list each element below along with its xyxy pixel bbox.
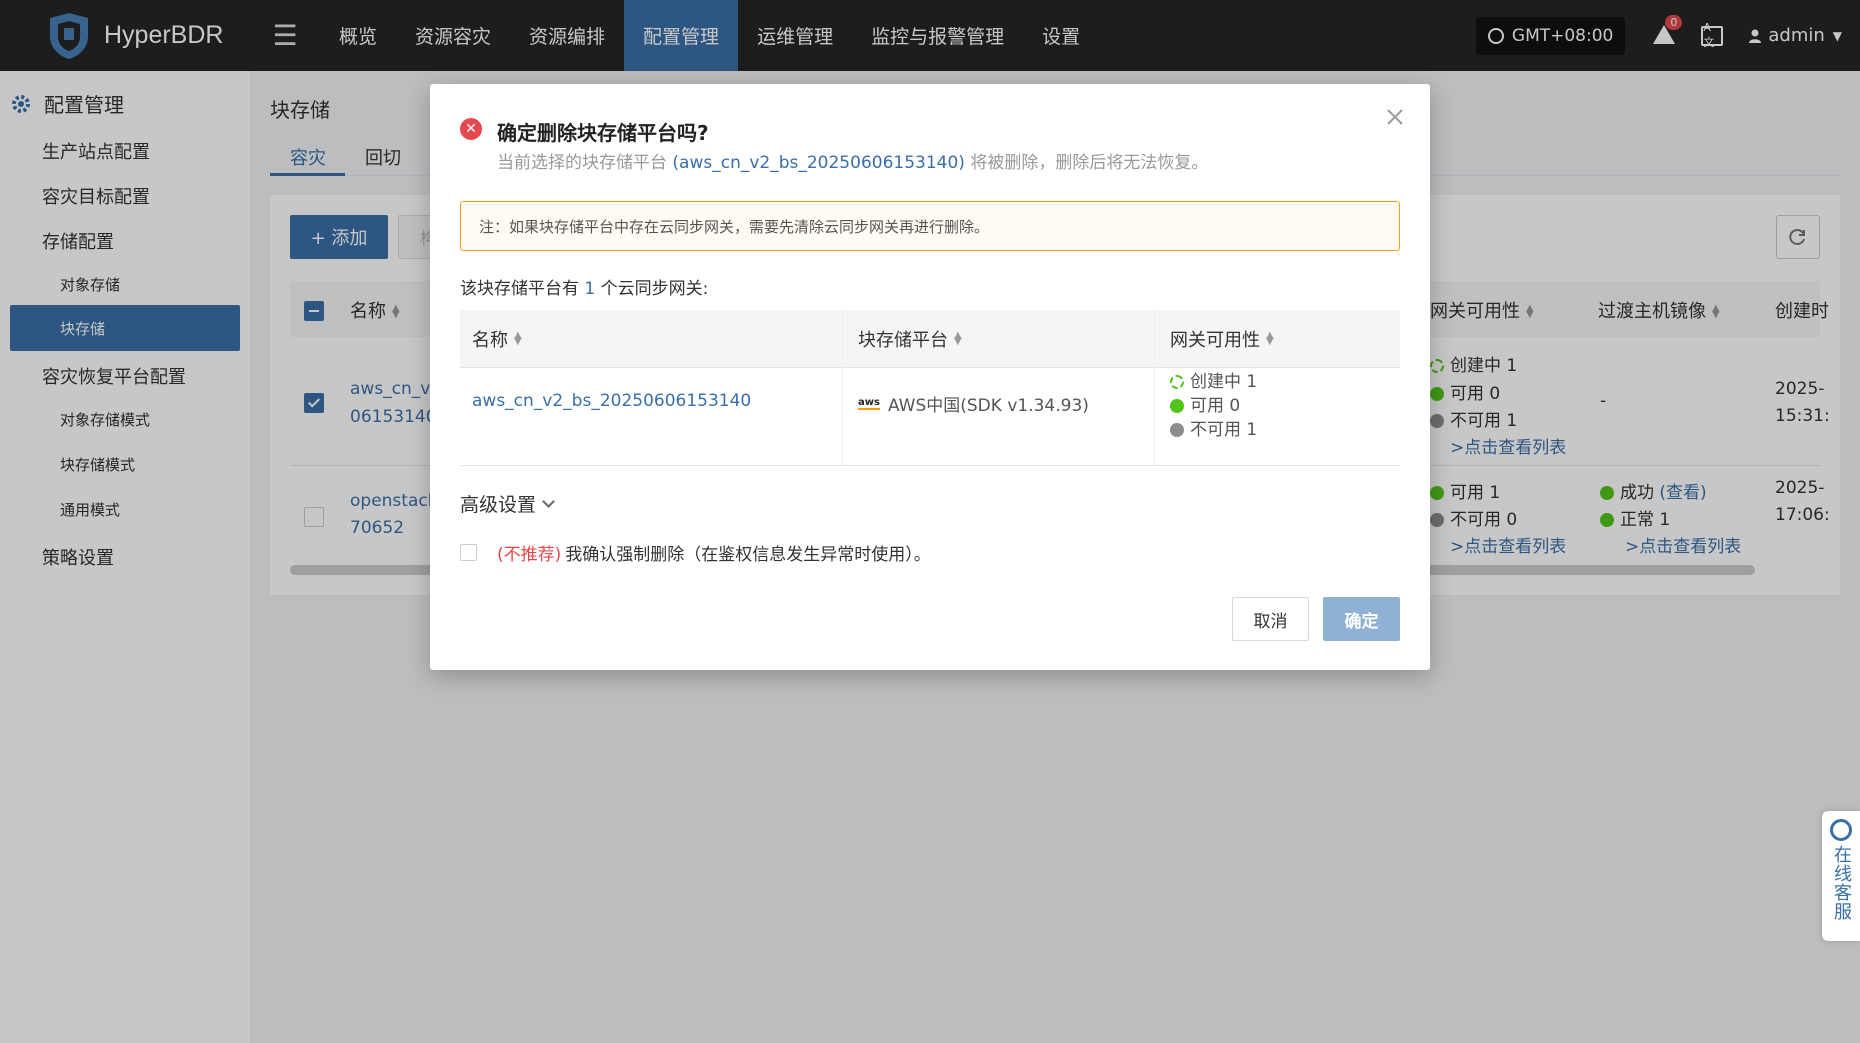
gw-status-ok: 可用 0 [1170,391,1240,416]
dialog-title: 确定删除块存储平台吗? [497,121,709,145]
loading-icon [1170,375,1184,389]
gw-col-platform[interactable]: 块存储平台 ▲ ▼ [858,310,962,368]
check-circle-icon [1170,399,1184,413]
chevron-down-icon [542,495,555,508]
gw-status-creating: 创建中 1 [1170,367,1257,392]
confirm-button[interactable]: 确定 [1323,597,1400,641]
row-divider [460,465,1400,466]
aws-icon: aws [858,396,880,410]
sort-icon: ▲ ▼ [514,330,522,347]
gw-status-down: 不可用 1 [1170,415,1257,440]
force-delete-checkbox[interactable] [460,544,477,561]
target-name: (aws_cn_v2_bs_20250606153140) [672,153,965,173]
force-delete-option[interactable]: (不推荐) 我确认强制删除（在鉴权信息发生异常时使用）。 [460,540,931,565]
cancel-button[interactable]: 取消 [1232,597,1309,641]
gateway-table: 名称 ▲ ▼ 块存储平台 ▲ ▼ 网关可用性 ▲ ▼ aws_cn_v2_bs_202506… [460,310,1400,466]
sort-icon: ▲ ▼ [1266,330,1274,347]
sort-icon: ▲ ▼ [954,330,962,347]
headset-icon [1830,819,1852,841]
delete-confirm-dialog: ✕ 确定删除块存储平台吗? 当前选择的块存储平台 (aws_cn_v2_bs_2… [430,84,1430,670]
gateway-name-link[interactable]: aws_cn_v2_bs_20250606153140 [472,391,751,411]
col-divider [1154,310,1155,466]
error-icon: ✕ [460,118,482,140]
close-icon[interactable] [1384,106,1406,128]
online-support-label: 在线客服 [1831,845,1852,921]
dialog-description: 当前选择的块存储平台 (aws_cn_v2_bs_20250606153140)… [497,153,1209,173]
warning-note: 注：如果块存储平台中存在云同步网关，需要先清除云同步网关再进行删除。 [460,201,1400,251]
gateway-platform: aws AWS中国(SDK v1.34.93) [858,396,1089,416]
advanced-settings-toggle[interactable]: 高级设置 [460,490,555,517]
online-support-widget[interactable]: 在线客服 [1822,811,1860,941]
not-recommended-label: (不推荐) [497,545,562,565]
gw-col-name[interactable]: 名称 ▲ ▼ [472,310,522,368]
gw-col-availability[interactable]: 网关可用性 ▲ ▼ [1170,310,1274,368]
force-delete-label: 我确认强制删除（在鉴权信息发生异常时使用）。 [565,545,931,565]
gateway-count-text: 该块存储平台有 1 个云同步网关: [460,279,709,299]
col-divider [842,310,843,466]
x-circle-icon [1170,423,1184,437]
